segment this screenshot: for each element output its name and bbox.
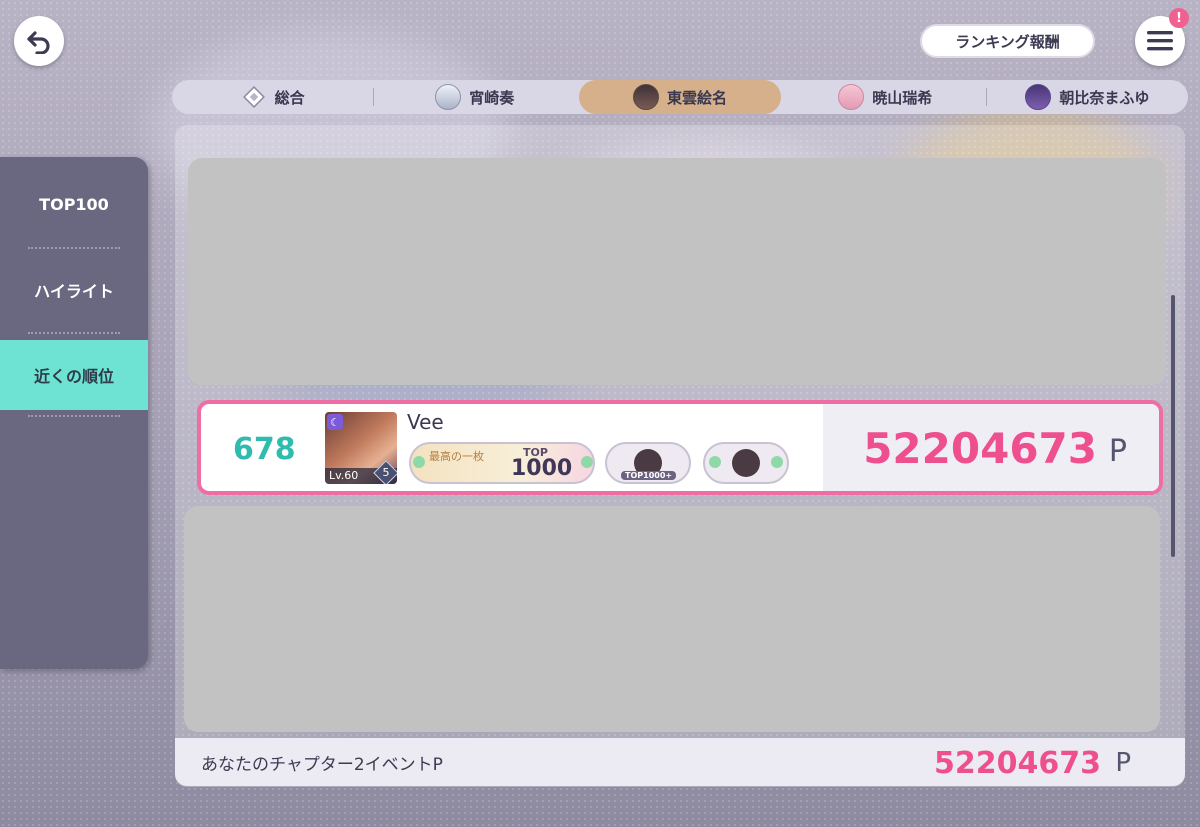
badge-label: TOP1000+ bbox=[621, 471, 677, 480]
kanade-avatar-icon bbox=[435, 84, 462, 110]
mastery-rank: 5 bbox=[382, 466, 390, 479]
tab-label: 宵崎奏 bbox=[469, 88, 515, 107]
side-item-top100[interactable]: TOP100 bbox=[0, 169, 148, 239]
flower-icon bbox=[771, 456, 783, 468]
honor-title-banner: 最高の一枚 TOP 1000 bbox=[409, 442, 595, 484]
divider bbox=[28, 415, 120, 417]
divider bbox=[28, 332, 120, 334]
player-name: Vee bbox=[407, 410, 444, 434]
ena-avatar-icon bbox=[633, 84, 659, 110]
flower-icon bbox=[581, 456, 593, 468]
side-item-highlight[interactable]: ハイライト bbox=[0, 255, 148, 325]
scrollbar[interactable] bbox=[1171, 295, 1175, 557]
my-points-label: あなたのチャプター2イベントP bbox=[201, 755, 443, 775]
honor-title-text: 最高の一枚 bbox=[429, 450, 484, 463]
tab-label: 朝比奈まふゆ bbox=[1059, 88, 1150, 107]
ranking-side-menu: TOP100 ハイライト 近くの順位 bbox=[0, 157, 148, 669]
character-honor-badge bbox=[703, 442, 789, 484]
my-points-footer: あなたのチャプター2イベントP 52204673 P bbox=[175, 738, 1185, 786]
honor-top-number: 1000 bbox=[511, 456, 573, 481]
flower-icon bbox=[709, 456, 721, 468]
diamond-icon bbox=[242, 86, 265, 108]
tab-ena[interactable]: 東雲絵名 bbox=[579, 80, 781, 114]
tab-overall[interactable]: 総合 bbox=[172, 80, 373, 114]
my-points-value: 52204673 bbox=[934, 746, 1101, 781]
divider bbox=[28, 247, 120, 249]
tab-mizuki[interactable]: 暁山瑞希 bbox=[785, 80, 986, 114]
back-button[interactable] bbox=[14, 16, 64, 66]
character-tab-bar: 総合 宵崎奏 東雲絵名 暁山瑞希 朝比奈まふゆ bbox=[172, 80, 1188, 114]
ena-chibi-icon bbox=[732, 449, 760, 477]
mizuki-avatar-icon bbox=[838, 84, 865, 110]
rank-number: 678 bbox=[233, 432, 296, 467]
character-rank-badge: TOP1000+ bbox=[605, 442, 691, 484]
moon-attribute-icon: ☾ bbox=[327, 414, 343, 430]
player-card-thumbnail[interactable]: ☾ Lv.60 5 bbox=[325, 412, 397, 484]
side-item-nearby-rank[interactable]: 近くの順位 bbox=[0, 340, 148, 410]
flower-icon bbox=[413, 456, 425, 468]
points-unit: P bbox=[1108, 434, 1127, 469]
mafuyu-avatar-icon bbox=[1025, 84, 1052, 110]
tab-kanade[interactable]: 宵崎奏 bbox=[374, 80, 575, 114]
back-arrow-icon bbox=[27, 31, 50, 54]
side-item-label: ハイライト bbox=[34, 282, 114, 301]
hamburger-icon bbox=[1147, 31, 1173, 51]
hidden-ranking-entry bbox=[188, 158, 1166, 385]
side-item-label: TOP100 bbox=[39, 194, 109, 214]
ranking-reward-button[interactable]: ランキング報酬 bbox=[920, 24, 1095, 58]
event-points: 52204673 bbox=[863, 424, 1097, 473]
player-ranking-row[interactable]: 678 ☾ Lv.60 5 Vee 最高の一枚 TOP 1000 TOP1000… bbox=[197, 400, 1163, 495]
tab-mafuyu[interactable]: 朝比奈まふゆ bbox=[987, 80, 1188, 114]
tab-label: 総合 bbox=[274, 88, 305, 107]
notification-badge: ! bbox=[1169, 8, 1189, 28]
tab-label: 東雲絵名 bbox=[667, 88, 728, 107]
my-points-unit: P bbox=[1115, 748, 1131, 778]
hidden-ranking-entry bbox=[184, 506, 1160, 732]
side-item-label: 近くの順位 bbox=[33, 367, 114, 386]
tab-label: 暁山瑞希 bbox=[872, 88, 933, 107]
